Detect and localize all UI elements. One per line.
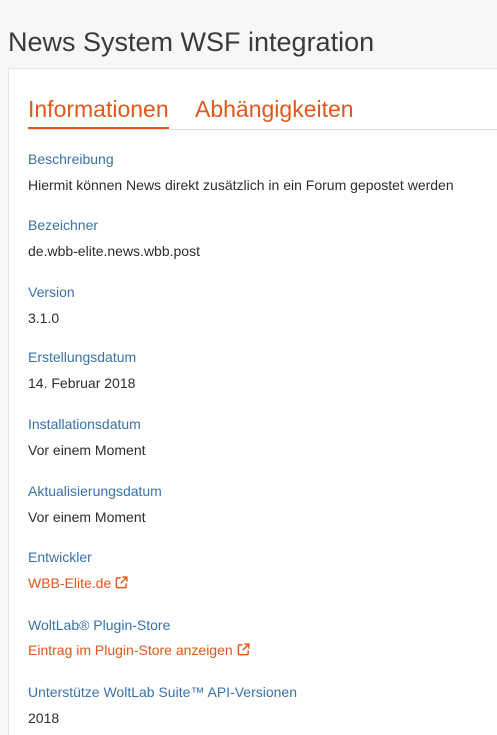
developer-row: WBB-Elite.de <box>28 574 128 592</box>
created-date-value: 14. Februar 2018 <box>28 375 136 391</box>
api-versions-label: Unterstütze WoltLab Suite™ API-Versionen <box>28 684 297 700</box>
plugin-store-link[interactable]: Eintrag im Plugin-Store anzeigen <box>28 642 250 658</box>
plugin-store-link-text: Eintrag im Plugin-Store anzeigen <box>28 642 233 658</box>
external-link-icon <box>237 643 250 656</box>
created-date-label: Erstellungsdatum <box>28 349 137 365</box>
package-info-panel: Informationen Abhängigkeiten <box>8 68 497 735</box>
tab-abhaengigkeiten[interactable]: Abhängigkeiten <box>195 93 354 125</box>
tab-bar: Informationen Abhängigkeiten <box>28 93 497 130</box>
developer-label: Entwickler <box>28 549 92 565</box>
page-title: News System WSF integration <box>8 27 375 58</box>
tab-informationen[interactable]: Informationen <box>28 93 169 129</box>
identifier-label: Bezeichner <box>28 217 99 233</box>
description-label: Beschreibung <box>28 151 114 167</box>
external-link-icon <box>115 576 128 589</box>
version-label: Version <box>28 284 75 300</box>
identifier-value: de.wbb-elite.news.wbb.post <box>28 243 200 259</box>
version-value: 3.1.0 <box>28 310 60 326</box>
plugin-store-row: Eintrag im Plugin-Store anzeigen <box>28 641 250 659</box>
api-versions-value: 2018 <box>28 710 60 726</box>
updated-date-label: Aktualisierungsdatum <box>28 483 162 499</box>
installed-date-label: Installationsdatum <box>28 416 141 432</box>
developer-link-text: WBB-Elite.de <box>28 575 112 591</box>
description-value: Hiermit können News direkt zusätzlich in… <box>28 177 454 193</box>
installed-date-value: Vor einem Moment <box>28 442 146 458</box>
plugin-store-label: WoltLab® Plugin-Store <box>28 617 171 633</box>
developer-link[interactable]: WBB-Elite.de <box>28 575 128 591</box>
updated-date-value: Vor einem Moment <box>28 509 146 525</box>
